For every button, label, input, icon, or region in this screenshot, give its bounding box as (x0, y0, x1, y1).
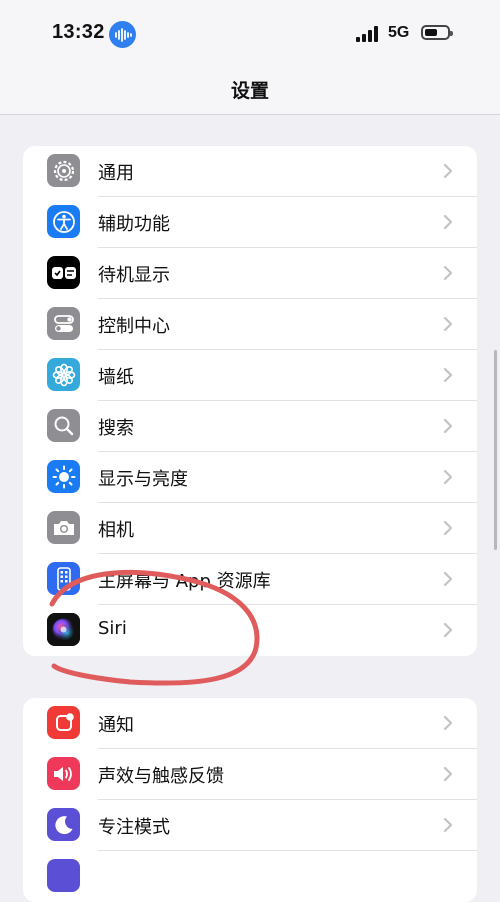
row-label: Siri (98, 618, 127, 639)
settings-row-accessibility[interactable]: 辅助功能 (23, 197, 477, 248)
settings-row-screen-time[interactable] (23, 851, 477, 902)
bell-icon (47, 706, 80, 739)
chevron-right-icon (443, 265, 453, 281)
settings-group-2: 通知 声效与触感反馈 专注模式 (23, 698, 477, 902)
sun-icon (47, 460, 80, 493)
settings-row-wallpaper[interactable]: 墙纸 (23, 350, 477, 401)
settings-row-focus[interactable]: 专注模式 (23, 800, 477, 851)
settings-row-standby[interactable]: 待机显示 (23, 248, 477, 299)
row-label: 搜索 (98, 418, 134, 439)
standby-icon (47, 256, 80, 289)
chevron-right-icon (443, 163, 453, 179)
battery-icon (421, 25, 453, 40)
settings-row-search[interactable]: 搜索 (23, 401, 477, 452)
chevron-right-icon (443, 418, 453, 434)
chevron-right-icon (443, 715, 453, 731)
siri-listening-icon (109, 21, 136, 48)
settings-row-sounds-haptics[interactable]: 声效与触感反馈 (23, 749, 477, 800)
settings-row-siri[interactable]: Siri (23, 605, 477, 656)
settings-row-notifications[interactable]: 通知 (23, 698, 477, 749)
scroll-indicator (494, 350, 497, 550)
settings-row-display-brightness[interactable]: 显示与亮度 (23, 452, 477, 503)
row-label: 相机 (98, 520, 134, 541)
camera-icon (47, 511, 80, 544)
chevron-right-icon (443, 622, 453, 638)
switches-icon (47, 307, 80, 340)
speaker-icon (47, 757, 80, 790)
row-label: 辅助功能 (98, 214, 170, 235)
row-label: 墙纸 (98, 367, 134, 388)
network-type: 5G (388, 24, 410, 41)
page-title: 设置 (230, 80, 269, 102)
chevron-right-icon (443, 469, 453, 485)
row-label: 通用 (98, 163, 134, 184)
moon-icon (47, 808, 80, 841)
chevron-right-icon (443, 817, 453, 833)
status-time: 13:32 (52, 21, 105, 43)
chevron-right-icon (443, 520, 453, 536)
chevron-right-icon (443, 766, 453, 782)
settings-row-home-screen-app-library[interactable]: 主屏幕与 App 资源库 (23, 554, 477, 605)
chevron-right-icon (443, 367, 453, 383)
navigation-bar: 设置 (0, 66, 500, 115)
row-label: 声效与触感反馈 (98, 766, 224, 787)
chevron-right-icon (443, 316, 453, 332)
gear-icon (47, 154, 80, 187)
settings-row-general[interactable]: 通用 (23, 146, 477, 197)
settings-row-control-center[interactable]: 控制中心 (23, 299, 477, 350)
chevron-right-icon (443, 571, 453, 587)
row-label: 通知 (98, 715, 134, 736)
hourglass-icon (47, 859, 80, 892)
accessibility-icon (47, 205, 80, 238)
flower-icon (47, 358, 80, 391)
siri-icon (47, 613, 80, 646)
settings-row-camera[interactable]: 相机 (23, 503, 477, 554)
cellular-signal-icon (356, 26, 382, 42)
row-label: 控制中心 (98, 316, 170, 337)
home-screen-icon (47, 562, 80, 595)
settings-group-1: 通用 辅助功能 待机显示 控制中心 墙纸 搜索 显示与亮度 相机 主屏幕与 Ap… (23, 146, 477, 656)
row-label: 显示与亮度 (98, 469, 188, 490)
row-label: 专注模式 (98, 817, 170, 838)
chevron-right-icon (443, 214, 453, 230)
row-label: 主屏幕与 App 资源库 (98, 571, 271, 592)
row-label: 待机显示 (98, 265, 170, 286)
status-bar: 13:32 5G (0, 0, 500, 66)
magnifier-icon (47, 409, 80, 442)
